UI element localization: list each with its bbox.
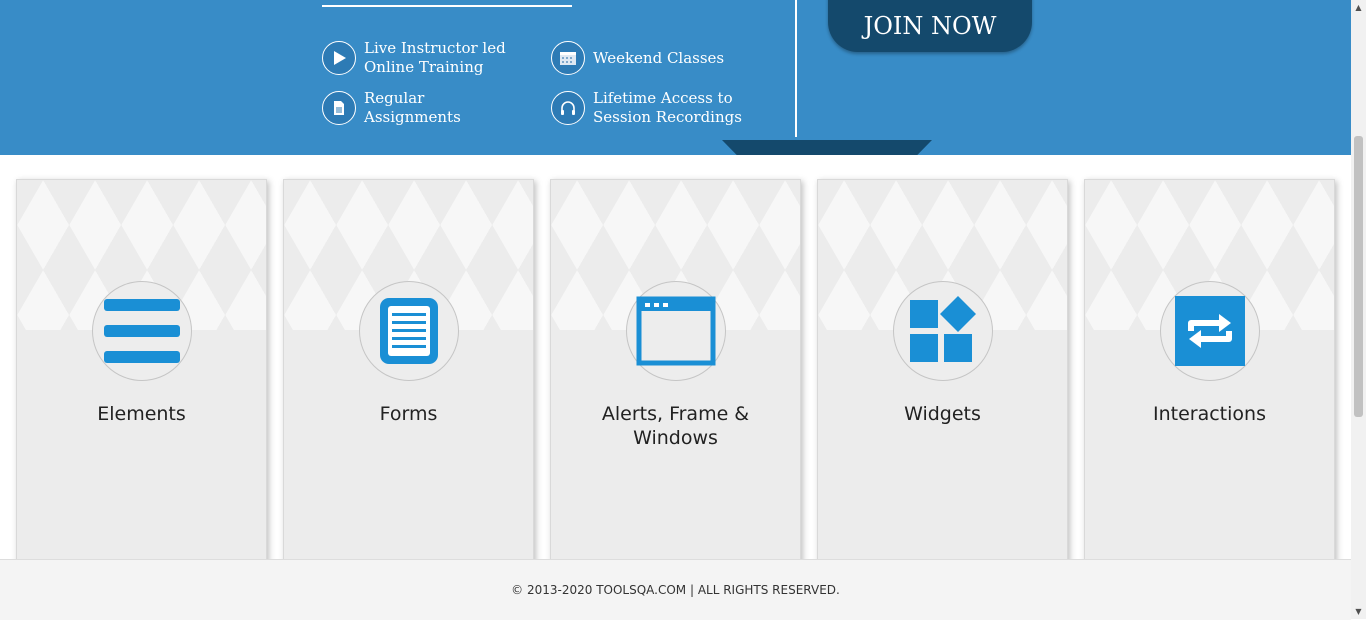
- feature-live-training: Live Instructor led Online Training: [322, 39, 506, 77]
- browser-window-icon: [636, 296, 716, 366]
- banner-ribbon: [722, 140, 932, 155]
- card-title: Elements: [97, 403, 186, 425]
- category-card-elements[interactable]: Elements: [16, 179, 267, 571]
- page-footer: © 2013-2020 TOOLSQA.COM | ALL RIGHTS RES…: [0, 559, 1351, 620]
- card-avatar: [359, 281, 459, 381]
- banner-divider: [795, 0, 797, 137]
- document-icon: [322, 91, 356, 125]
- card-avatar: [626, 281, 726, 381]
- card-title: Alerts, Frame & Windows: [601, 403, 750, 449]
- calendar-icon: [551, 41, 585, 75]
- feature-label: Regular Assignments: [364, 89, 461, 126]
- copyright-text: © 2013-2020 TOOLSQA.COM | ALL RIGHTS RES…: [511, 583, 840, 597]
- vertical-scrollbar[interactable]: ▲ ▼: [1351, 0, 1366, 619]
- feature-regular-assignments: Regular Assignments: [322, 89, 461, 127]
- category-card-interactions[interactable]: Interactions: [1084, 179, 1335, 571]
- scrollbar-thumb[interactable]: [1354, 136, 1363, 417]
- category-card-widgets[interactable]: Widgets: [817, 179, 1068, 571]
- category-card-forms[interactable]: Forms: [283, 179, 534, 571]
- form-document-icon: [380, 298, 438, 364]
- feature-weekend-classes: Weekend Classes: [551, 41, 724, 75]
- feature-label: Weekend Classes: [593, 48, 725, 67]
- scroll-up-arrow-icon[interactable]: ▲: [1351, 0, 1366, 15]
- card-title: Forms: [379, 403, 438, 425]
- play-icon: [322, 41, 356, 75]
- feature-lifetime-access: Lifetime Access to Session Recordings: [551, 89, 742, 127]
- swap-arrows-icon: [1175, 296, 1245, 366]
- banner-underline: [322, 5, 572, 7]
- course-banner: Live Instructor led Online Training Week…: [0, 0, 1351, 155]
- join-now-button[interactable]: JOIN NOW: [828, 0, 1032, 52]
- card-avatar: [92, 281, 192, 381]
- headphones-icon: [551, 91, 585, 125]
- hamburger-menu-icon: [104, 299, 180, 363]
- scroll-down-arrow-icon[interactable]: ▼: [1351, 604, 1366, 619]
- card-title: Interactions: [1153, 403, 1266, 425]
- card-avatar: [1160, 281, 1260, 381]
- widgets-grid-icon: [910, 296, 976, 362]
- feature-label: Live Instructor led Online Training: [364, 39, 506, 76]
- category-card-alerts-frame-windows[interactable]: Alerts, Frame & Windows: [550, 179, 801, 571]
- feature-label: Lifetime Access to Session Recordings: [593, 89, 742, 126]
- card-title: Widgets: [904, 403, 981, 425]
- card-avatar: [893, 281, 993, 381]
